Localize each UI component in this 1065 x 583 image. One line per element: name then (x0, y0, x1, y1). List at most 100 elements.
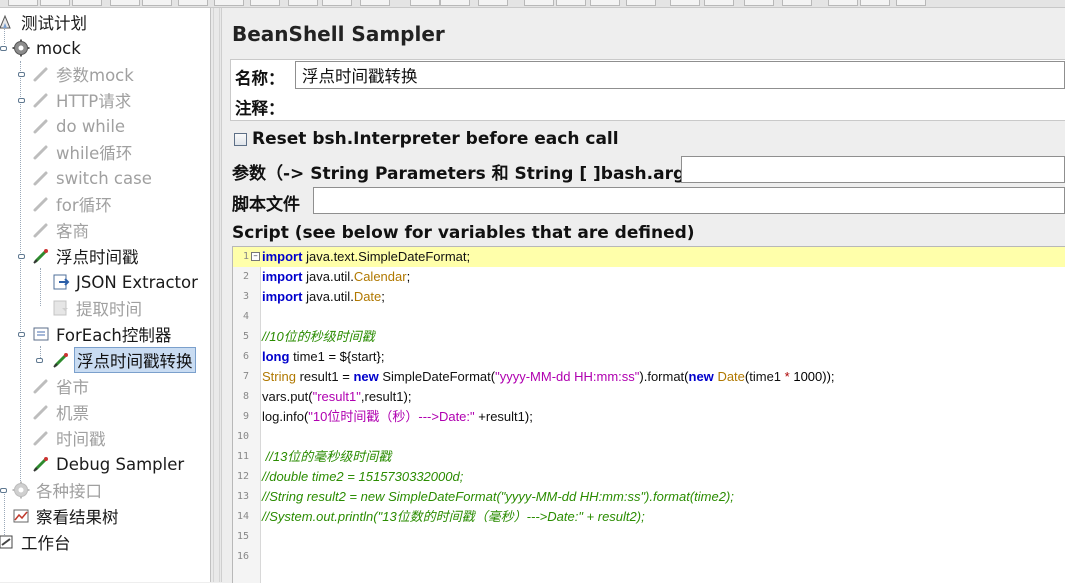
code-line[interactable]: 2 import java.util.Calendar; (233, 267, 1065, 287)
tree-node[interactable]: 时间戳 (32, 426, 108, 450)
tree-node[interactable]: 浮点时间戳 (32, 244, 141, 268)
toolbar-button[interactable] (8, 0, 38, 6)
tree-node[interactable]: 测试计划 (0, 10, 89, 34)
tree-node[interactable]: ForEach控制器 (32, 322, 173, 346)
tree-node[interactable]: 各种接口 (12, 478, 104, 502)
line-number: 12 (236, 471, 249, 482)
tree-node[interactable]: mock (12, 36, 83, 60)
tree-node[interactable]: 察看结果树 (12, 504, 121, 528)
toolbar-button[interactable] (744, 0, 774, 6)
code-line[interactable]: 11 //13位的毫秒级时间戳 (233, 447, 1065, 467)
toolbar-button[interactable] (110, 0, 140, 6)
tree-node[interactable]: for循环 (32, 192, 114, 216)
comment-label: 注释： (235, 99, 285, 118)
toolbar-button[interactable] (72, 0, 102, 6)
tree-node[interactable]: 工作台 (0, 530, 73, 554)
toolbar-button[interactable] (704, 0, 734, 6)
tree-node[interactable]: while循环 (32, 140, 134, 164)
toolbar-button[interactable] (40, 0, 70, 6)
sampler-pencil-icon (52, 351, 70, 369)
listener-graph-icon (12, 507, 30, 525)
toolbar-button[interactable] (214, 0, 244, 6)
toolbar-button[interactable] (142, 0, 172, 6)
toolbar-button[interactable] (178, 0, 208, 6)
tree-node-label: ForEach控制器 (56, 326, 172, 345)
comment-row: 注释： (230, 92, 1065, 121)
tree-node-label: 测试计划 (21, 14, 87, 33)
tree-node[interactable]: 浮点时间戳转换 (52, 347, 196, 373)
tree-node[interactable]: 机票 (32, 400, 91, 424)
tree-node[interactable]: do while (32, 114, 127, 138)
sampler-pencil-icon (32, 195, 50, 213)
toolbar-button[interactable] (440, 0, 470, 6)
tree-expand-handle[interactable] (18, 70, 25, 77)
code-line[interactable]: 14 //System.out.println("13位数的时间戳（毫秒）--->… (233, 507, 1065, 527)
toolbar-button[interactable] (250, 0, 280, 6)
code-line[interactable]: 1− import java.text.SimpleDateFormat; (233, 247, 1065, 267)
line-number: 15 (236, 531, 249, 542)
code-line[interactable]: 6 long time1 = ${start}; (233, 347, 1065, 367)
parameters-field[interactable] (681, 156, 1065, 183)
toolbar-button[interactable] (670, 0, 700, 6)
code-line[interactable]: 8 vars.put("result1",result1); (233, 387, 1065, 407)
code-line[interactable]: 10 (233, 427, 1065, 447)
comment-field[interactable] (289, 92, 1065, 119)
tree-node[interactable]: 省市 (32, 374, 91, 398)
script-file-field[interactable] (313, 187, 1065, 214)
line-number: 6 (242, 351, 249, 362)
tree-node[interactable]: 客商 (32, 218, 91, 242)
toolbar-button[interactable] (860, 0, 890, 6)
reset-interpreter-checkbox[interactable] (234, 132, 247, 146)
tree-node[interactable]: HTTP请求 (32, 88, 133, 112)
tree-connector (20, 61, 21, 481)
code-line[interactable]: 7 String result1 = new SimpleDateFormat("… (233, 367, 1065, 387)
toolbar-button[interactable] (896, 0, 926, 6)
tree-expand-handle[interactable] (0, 44, 7, 51)
toolbar-button[interactable] (410, 0, 440, 6)
toolbar-button[interactable] (626, 0, 656, 6)
toolbar-button[interactable] (360, 0, 390, 6)
name-field[interactable] (295, 61, 1065, 89)
toolbar-button[interactable] (524, 0, 554, 6)
toolbar-button[interactable] (556, 0, 586, 6)
toolbar-button[interactable] (288, 0, 318, 6)
test-plan-tree[interactable]: 测试计划 mock 参数mock HTTP请求 do while while循环 switc… (0, 8, 211, 582)
tree-node[interactable]: 参数mock (32, 62, 136, 86)
line-number: 1 (242, 251, 249, 262)
code-line[interactable]: 15 (233, 527, 1065, 547)
toolbar-button[interactable] (590, 0, 620, 6)
sampler-pencil-icon (32, 91, 50, 109)
tree-node-label: JSON Extractor (76, 272, 198, 292)
code-line[interactable]: 3 import java.util.Date; (233, 287, 1065, 307)
code-line[interactable]: 9 log.info("10位时间戳（秒）--->Date:" +result1)… (233, 407, 1065, 427)
workbench-icon (0, 533, 15, 551)
toolbar-button[interactable] (782, 0, 812, 6)
tree-expand-handle[interactable] (36, 356, 43, 363)
tree-node-label: for循环 (56, 196, 112, 215)
tree-node[interactable]: Debug Sampler (32, 452, 186, 476)
tree-expand-handle[interactable] (18, 96, 25, 103)
tree-node-label: 参数mock (56, 66, 134, 85)
code-line[interactable]: 16 (233, 547, 1065, 567)
toolbar-button[interactable] (322, 0, 352, 6)
toolbar-button[interactable] (828, 0, 858, 6)
fold-toggle-icon[interactable]: − (251, 252, 260, 261)
reset-interpreter-option[interactable]: Reset bsh.Interpreter before each call (234, 128, 619, 150)
script-editor[interactable]: 1− import java.text.SimpleDateFormat; 2 imp… (232, 246, 1065, 583)
toolbar-button[interactable] (478, 0, 508, 6)
code-line[interactable]: 13 //String result2 = new SimpleDateForma… (233, 487, 1065, 507)
code-line[interactable]: 5 //10位的秒级时间戳 (233, 327, 1065, 347)
split-pane-divider[interactable] (211, 8, 222, 582)
tree-node[interactable]: JSON Extractor (52, 270, 200, 294)
code-line[interactable]: 4 (233, 307, 1065, 327)
code-line[interactable]: 12 //double time2 = 1515730332000d; (233, 467, 1065, 487)
tree-expand-handle[interactable] (18, 252, 25, 259)
tree-expand-handle[interactable] (18, 330, 25, 337)
script-file-label: 脚本文件 (232, 195, 300, 215)
tree-node[interactable]: switch case (32, 166, 154, 190)
tree-node[interactable]: 提取时间 (52, 296, 144, 320)
name-row: 名称： (230, 59, 1065, 93)
divider-grip[interactable] (213, 8, 220, 582)
tree-node-label: 浮点时间戳转换 (74, 347, 196, 373)
tree-expand-handle[interactable] (0, 486, 7, 493)
